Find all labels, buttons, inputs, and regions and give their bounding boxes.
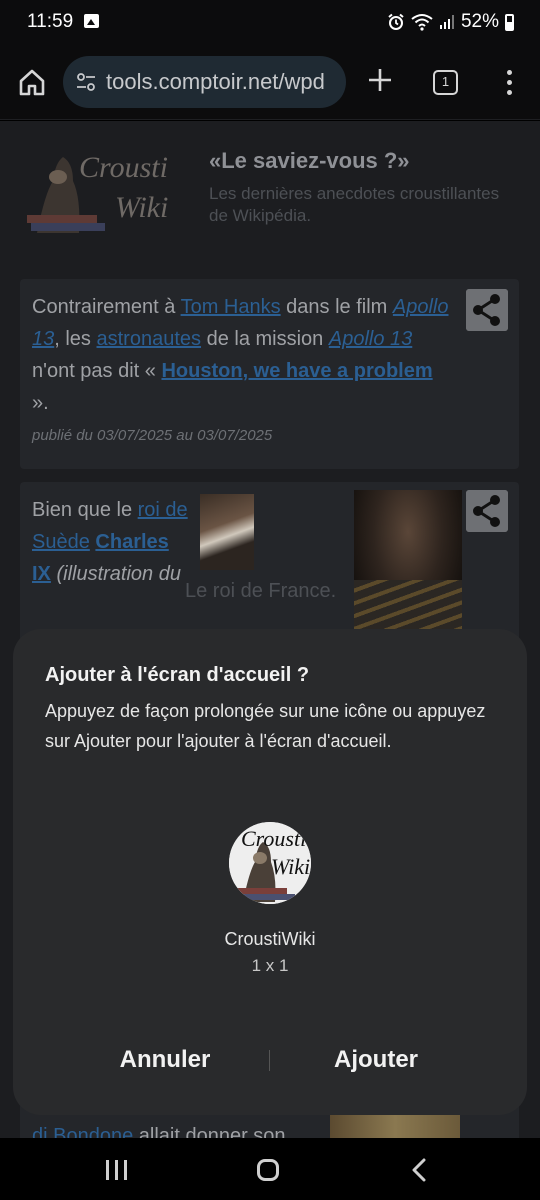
battery-percent: 52% — [460, 11, 499, 32]
dialog-body: Appuyez de façon prolongée sur une icône… — [45, 701, 486, 751]
publish-date: publié du 03/07/2025 au 03/07/2025 — [32, 427, 273, 444]
page-title: «Le saviez-vous ?» — [209, 148, 410, 173]
app-icon[interactable]: Crousti Wiki — [229, 822, 311, 904]
back-icon[interactable] — [410, 1158, 430, 1182]
status-time: 11:59 — [27, 11, 74, 32]
widget-size: 1 x 1 — [251, 956, 289, 975]
site-settings-icon[interactable] — [76, 72, 96, 92]
status-bar: 11:59 52% — [0, 0, 540, 44]
text-run: (illustration du — [56, 563, 181, 585]
new-tab-icon[interactable] — [366, 66, 394, 94]
icon-text-wiki: Wiki — [271, 854, 310, 879]
alarm-icon — [388, 13, 404, 30]
share-icon[interactable] — [466, 490, 508, 532]
text-run: dans le film — [280, 296, 393, 318]
link-astronautes[interactable]: astronautes — [97, 328, 202, 350]
url-text[interactable]: tools.comptoir.net/wpd — [106, 69, 325, 95]
cancel-button[interactable]: Annuler — [75, 1035, 255, 1085]
link-di-bondone[interactable]: di Bondone — [32, 1125, 133, 1138]
add-to-home-dialog: Ajouter à l'écran d'accueil ? Appuyez de… — [13, 629, 527, 1115]
text-run: Bien que le — [32, 499, 138, 521]
link-apollo-13-mission[interactable]: Apollo 13 — [329, 328, 412, 350]
anecdote-text: di Bondone allait donner son — [32, 1125, 286, 1138]
anecdote-card: Contrairement à Tom Hanks dans le film A… — [20, 279, 519, 469]
text-run: ». — [32, 392, 49, 414]
link-houston-problem[interactable]: Houston, we have a problem — [161, 360, 432, 382]
signal-icon — [439, 15, 454, 29]
more-menu-icon[interactable] — [500, 70, 520, 96]
recent-apps-icon[interactable] — [106, 1160, 128, 1180]
thumbnail-caption: Le roi de France. — [185, 580, 337, 602]
battery-icon — [505, 13, 514, 31]
add-button[interactable]: Ajouter — [286, 1035, 466, 1085]
share-icon[interactable] — [466, 289, 508, 331]
app-name: CroustiWiki — [224, 929, 316, 949]
anecdote-text: Bien que le roi de Suède Charles IX (ill… — [32, 494, 192, 590]
browser-toolbar: tools.comptoir.net/wpd 1 — [0, 44, 540, 120]
croustiwiki-logo: Crousti Wiki — [23, 143, 186, 237]
address-bar[interactable]: tools.comptoir.net/wpd — [63, 56, 346, 108]
button-divider — [269, 1050, 270, 1071]
anecdote-text: Contrairement à Tom Hanks dans le film A… — [32, 291, 452, 419]
icon-text-crousti: Crousti — [241, 826, 306, 851]
page-subtitle: Les dernières anecdotes croustillantes d… — [209, 184, 500, 225]
home-button-icon[interactable] — [257, 1159, 279, 1181]
portrait-image — [354, 490, 462, 630]
text-run: allait donner son — [133, 1125, 286, 1138]
dialog-title: Ajouter à l'écran d'accueil ? — [45, 664, 310, 686]
text-run: , les — [54, 328, 97, 350]
system-navigation-bar — [0, 1138, 540, 1200]
thumbnail-king-of-france — [200, 494, 254, 570]
home-icon[interactable] — [16, 66, 48, 98]
wifi-icon — [411, 14, 433, 31]
text-run: Contrairement à — [32, 296, 181, 318]
logo-text-crousti: Crousti — [79, 151, 168, 184]
logo-text-wiki: Wiki — [115, 191, 168, 224]
anecdote-image — [330, 1115, 460, 1138]
text-run: de la mission — [201, 328, 329, 350]
tab-switcher-button[interactable]: 1 — [433, 70, 458, 95]
text-run: n'ont pas dit « — [32, 360, 162, 382]
status-icons: 52% — [387, 11, 514, 33]
image-notification-icon — [84, 14, 99, 28]
link-tom-hanks[interactable]: Tom Hanks — [181, 296, 281, 318]
